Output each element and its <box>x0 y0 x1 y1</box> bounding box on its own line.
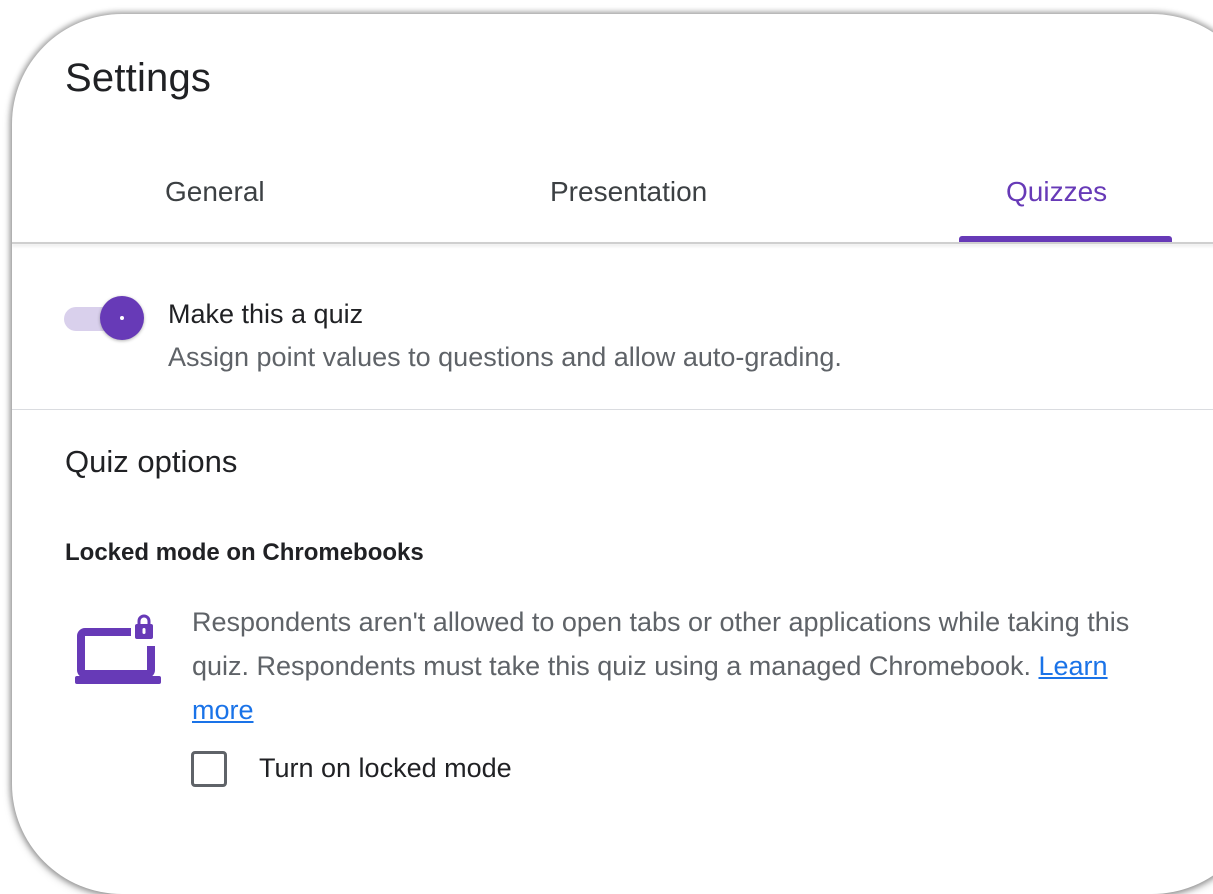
locked-laptop-icon <box>75 614 161 684</box>
settings-dialog: Settings General Presentation Quizzes Ma… <box>12 14 1213 894</box>
locked-mode-checkbox-label[interactable]: Turn on locked mode <box>259 753 512 784</box>
page-title: Settings <box>65 56 212 100</box>
tab-presentation[interactable]: Presentation <box>550 176 707 208</box>
locked-mode-description-text: Respondents aren't allowed to open tabs … <box>192 607 1130 681</box>
tab-general[interactable]: General <box>165 176 265 208</box>
make-quiz-label: Make this a quiz <box>168 299 364 329</box>
tab-quizzes[interactable]: Quizzes <box>1006 176 1107 208</box>
quiz-options-heading: Quiz options <box>65 444 238 479</box>
section-divider <box>12 409 1213 410</box>
make-quiz-toggle[interactable] <box>64 296 144 340</box>
tabs-divider <box>12 242 1213 244</box>
locked-mode-heading: Locked mode on Chromebooks <box>65 539 424 566</box>
toggle-knob <box>100 296 144 340</box>
settings-tabs: General Presentation Quizzes <box>12 164 1213 242</box>
locked-mode-checkbox[interactable] <box>191 751 227 787</box>
make-quiz-description: Assign point values to questions and all… <box>168 342 842 372</box>
locked-mode-description: Respondents aren't allowed to open tabs … <box>192 600 1172 732</box>
